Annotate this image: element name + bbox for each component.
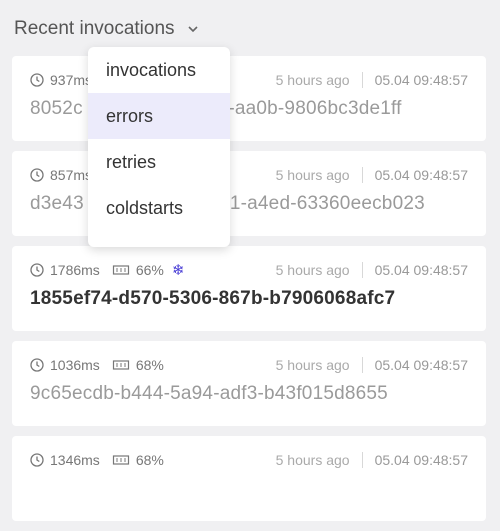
invocations-filter[interactable]: Recent invocations (14, 18, 199, 40)
timestamp: 05.04 09:48:57 (374, 72, 468, 88)
time-ago: 5 hours ago (275, 452, 350, 468)
snowflake-icon: ❄ (171, 262, 185, 279)
divider (361, 72, 363, 88)
invocation-card[interactable]: 1346ms 68% 5 hours ago 05.04 09:48:57 (12, 436, 486, 521)
memory-usage: 68% (135, 452, 164, 468)
dropdown-option-errors[interactable]: errors (88, 93, 230, 139)
divider (361, 262, 363, 278)
memory-chip-icon (112, 265, 129, 275)
clock-icon (30, 358, 44, 372)
invocation-card[interactable]: 857ms 5 hours ago 05.04 09:48:57 d3e43 1-… (12, 151, 486, 236)
invocation-list: 937ms 5 hours ago 05.04 09:48:57 8052c 8b… (12, 56, 486, 531)
invocation-card[interactable]: 937ms 5 hours ago 05.04 09:48:57 8052c 8b… (12, 56, 486, 141)
dropdown-option-retries[interactable]: retries (88, 139, 230, 185)
clock-icon (30, 73, 44, 87)
invocation-id[interactable]: 9c65ecdb-b444-5a94-adf3-b43f015d8655 (30, 383, 388, 405)
invocation-id[interactable]: 1855ef74-d570-5306-867b-b7906068afc7 (30, 288, 395, 310)
duration: 1346ms (50, 452, 100, 468)
filter-dropdown-menu: invocations errors retries coldstarts (88, 47, 230, 247)
memory-usage: 66% (135, 262, 164, 278)
page-title[interactable]: Recent invocations (14, 18, 175, 40)
clock-icon (30, 168, 44, 182)
memory-chip-icon (112, 455, 129, 465)
chevron-down-icon[interactable] (187, 23, 199, 35)
time-ago: 5 hours ago (275, 262, 350, 278)
divider (361, 357, 363, 373)
memory-usage: 68% (135, 357, 164, 373)
timestamp: 05.04 09:48:57 (374, 357, 468, 373)
time-ago: 5 hours ago (275, 357, 350, 373)
timestamp: 05.04 09:48:57 (374, 452, 468, 468)
timestamp: 05.04 09:48:57 (374, 262, 468, 278)
invocation-card[interactable]: 1036ms 68% 5 hours ago 05.04 09:48:57 9c… (12, 341, 486, 426)
time-ago: 5 hours ago (275, 72, 350, 88)
divider (361, 452, 363, 468)
invocation-card[interactable]: 1786ms 66% ❄ 5 hours ago 05.04 09:48:57 … (12, 246, 486, 331)
time-ago: 5 hours ago (275, 167, 350, 183)
invocation-id-visible-end: 1-a4ed-63360eecb023 (229, 193, 425, 214)
timestamp: 05.04 09:48:57 (374, 167, 468, 183)
memory-chip-icon (112, 360, 129, 370)
duration: 1036ms (50, 357, 100, 373)
duration: 937ms (50, 72, 93, 88)
invocation-id-visible-start: d3e43 (30, 193, 84, 214)
invocation-id-visible-end: 8b-aa0b-9806bc3de1ff (206, 98, 402, 119)
clock-icon (30, 453, 44, 467)
invocation-id-visible-start: 8052c (30, 98, 83, 119)
duration: 857ms (50, 167, 93, 183)
divider (361, 167, 363, 183)
dropdown-option-coldstarts[interactable]: coldstarts (88, 185, 230, 231)
dropdown-option-invocations[interactable]: invocations (88, 47, 230, 93)
duration: 1786ms (50, 262, 100, 278)
clock-icon (30, 263, 44, 277)
